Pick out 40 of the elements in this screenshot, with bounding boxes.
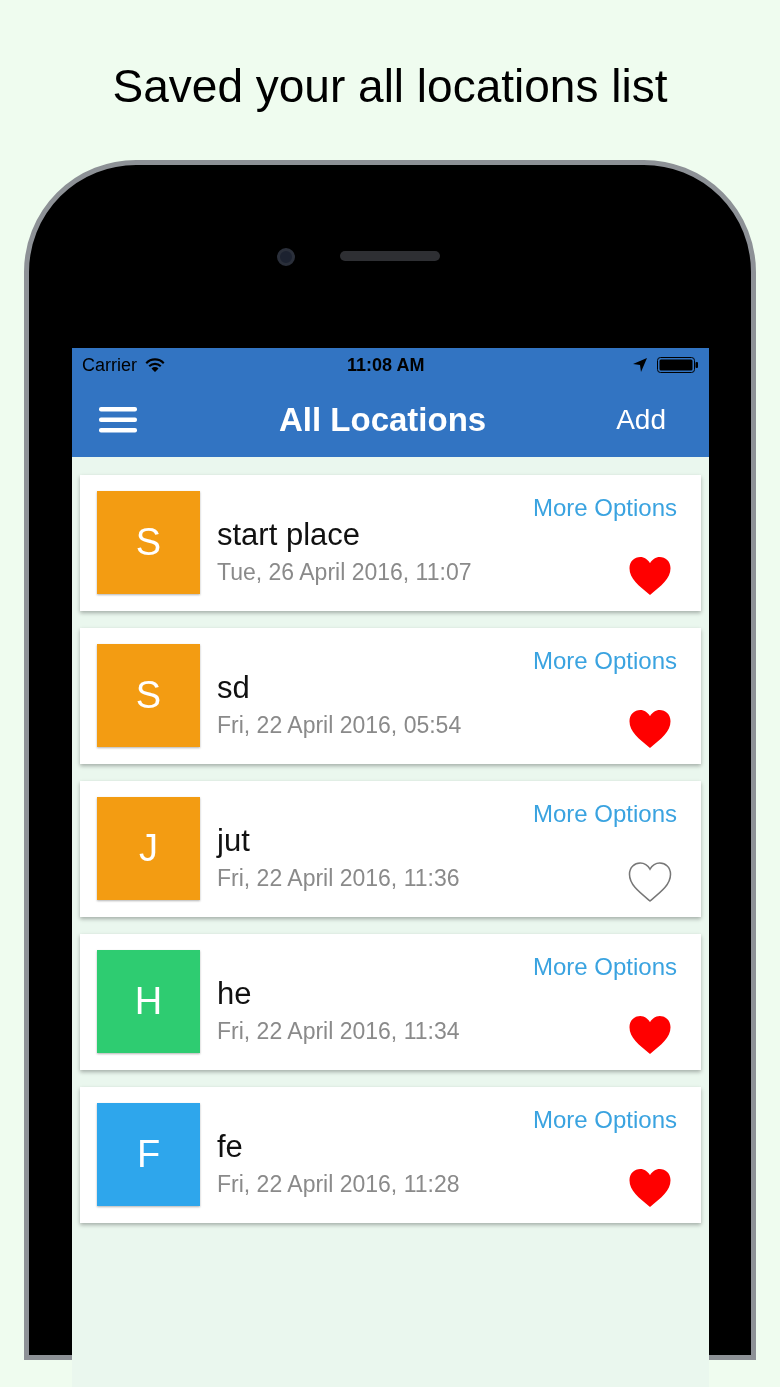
location-name: fe (217, 1129, 244, 1165)
location-name: sd (217, 670, 251, 706)
location-card[interactable]: S start place Tue, 26 April 2016, 11:07 More Options (80, 475, 701, 611)
screen-title: All Locations (279, 399, 487, 440)
status-time: 11:08 AM (347, 353, 425, 377)
more-options-link[interactable]: More Options (532, 493, 677, 523)
camera-icon (277, 248, 295, 266)
location-date: Tue, 26 April 2016, 11:07 (217, 558, 472, 587)
heart-icon[interactable] (628, 1168, 672, 1208)
location-date: Fri, 22 April 2016, 11:28 (217, 1170, 460, 1199)
heart-icon[interactable] (628, 1015, 672, 1055)
heart-icon[interactable] (628, 556, 672, 596)
more-options-link[interactable]: More Options (532, 1105, 677, 1135)
initial-avatar: H (97, 950, 200, 1053)
initial-avatar: S (97, 491, 200, 594)
location-date: Fri, 22 April 2016, 11:34 (217, 1017, 460, 1046)
location-name: start place (217, 517, 361, 553)
location-arrow-icon (633, 358, 647, 372)
location-card[interactable]: H he Fri, 22 April 2016, 11:34 More Options (80, 934, 701, 1070)
add-button[interactable]: Add (616, 398, 666, 441)
location-date: Fri, 22 April 2016, 05:54 (217, 711, 462, 740)
menu-icon[interactable] (99, 406, 137, 433)
location-card[interactable]: F fe Fri, 22 April 2016, 11:28 More Options (80, 1087, 701, 1223)
more-options-link[interactable]: More Options (532, 799, 677, 829)
location-name: jut (217, 823, 251, 859)
carrier-label: Carrier (82, 353, 137, 377)
heart-icon[interactable] (628, 709, 672, 749)
more-options-link[interactable]: More Options (532, 952, 677, 982)
heart-icon[interactable] (628, 862, 672, 902)
initial-avatar: S (97, 644, 200, 747)
location-card[interactable]: S sd Fri, 22 April 2016, 05:54 More Options (80, 628, 701, 764)
location-name: he (217, 976, 253, 1012)
location-date: Fri, 22 April 2016, 11:36 (217, 864, 460, 893)
initial-avatar: J (97, 797, 200, 900)
initial-avatar: F (97, 1103, 200, 1206)
more-options-link[interactable]: More Options (532, 646, 677, 676)
headline: Saved your all locations list (112, 59, 668, 114)
battery-icon (657, 357, 699, 373)
location-card[interactable]: J jut Fri, 22 April 2016, 11:36 More Options (80, 781, 701, 917)
wifi-icon (145, 357, 165, 373)
